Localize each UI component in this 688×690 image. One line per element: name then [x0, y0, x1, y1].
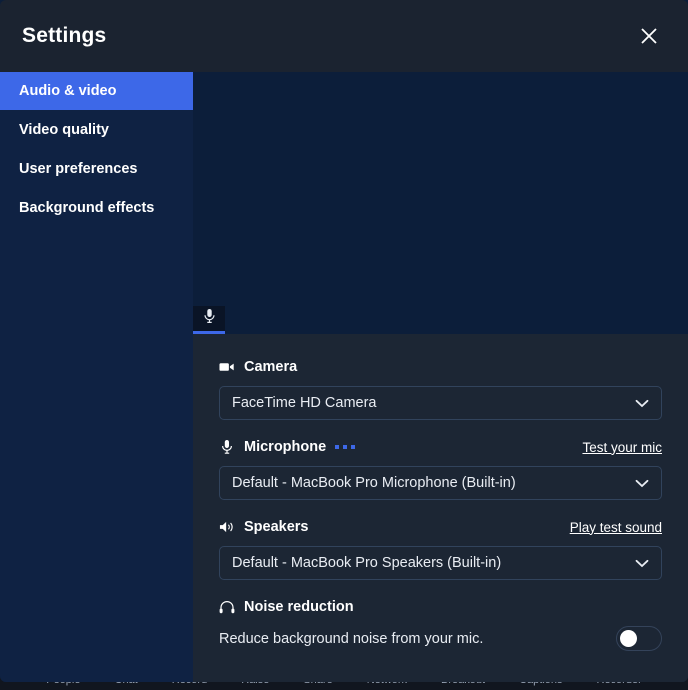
camera-select[interactable]: FaceTime HD Camera — [219, 386, 662, 420]
video-camera-icon — [219, 359, 235, 375]
speakers-label: Speakers — [244, 519, 309, 535]
microphone-section-header: Microphone Test your mic — [219, 436, 662, 458]
sidebar-item-background-effects[interactable]: Background effects — [0, 189, 193, 227]
speakers-section: Speakers Play test sound Default - MacBo… — [219, 516, 662, 580]
level-dot — [343, 445, 348, 449]
close-button[interactable] — [632, 19, 666, 53]
settings-titlebar: Settings — [0, 0, 688, 72]
toggle-knob — [620, 630, 637, 647]
level-dot — [335, 445, 340, 449]
microphone-level-meter — [335, 445, 356, 449]
meeting-app-root: People Chat Record Raise Share Network B… — [0, 0, 688, 690]
audio-video-panel: Camera FaceTime HD Camera Microphone Tes… — [193, 334, 688, 682]
sidebar-item-user-preferences[interactable]: User preferences — [0, 150, 193, 188]
play-test-sound-link[interactable]: Play test sound — [570, 520, 662, 535]
noise-reduction-row: Reduce background noise from your mic. — [219, 626, 662, 651]
noise-reduction-label: Noise reduction — [244, 599, 354, 615]
page-title: Settings — [22, 24, 107, 47]
microphone-tab[interactable] — [193, 306, 225, 334]
camera-section-header: Camera — [219, 356, 662, 378]
noise-reduction-section: Noise reduction Reduce background noise … — [219, 596, 662, 651]
video-preview-stage — [193, 72, 688, 334]
noise-reduction-toggle[interactable] — [616, 626, 662, 651]
noise-reduction-header: Noise reduction — [219, 596, 662, 618]
sidebar-item-label: Video quality — [19, 122, 109, 138]
microphone-select-value: Default - MacBook Pro Microphone (Built-… — [232, 475, 516, 491]
test-your-mic-link[interactable]: Test your mic — [582, 440, 662, 455]
settings-sidebar: Audio & video Video quality User prefere… — [0, 72, 193, 682]
microphone-section: Microphone Test your mic Default - MacBo… — [219, 436, 662, 500]
sidebar-item-label: Audio & video — [19, 83, 117, 99]
camera-label: Camera — [244, 359, 298, 375]
close-icon — [639, 26, 659, 46]
noise-reduction-description: Reduce background noise from your mic. — [219, 630, 484, 647]
chevron-down-icon — [635, 479, 649, 488]
speaker-icon — [219, 519, 235, 535]
sidebar-item-video-quality[interactable]: Video quality — [0, 111, 193, 149]
speakers-section-header: Speakers Play test sound — [219, 516, 662, 538]
sidebar-item-audio-video[interactable]: Audio & video — [0, 72, 193, 110]
speakers-select[interactable]: Default - MacBook Pro Speakers (Built-in… — [219, 546, 662, 580]
microphone-select[interactable]: Default - MacBook Pro Microphone (Built-… — [219, 466, 662, 500]
chevron-down-icon — [635, 559, 649, 568]
sidebar-item-label: User preferences — [19, 161, 138, 177]
microphone-icon — [219, 439, 235, 455]
settings-content: Camera FaceTime HD Camera Microphone Tes… — [193, 72, 688, 682]
chevron-down-icon — [635, 399, 649, 408]
microphone-label: Microphone — [244, 439, 327, 455]
settings-body: Audio & video Video quality User prefere… — [0, 72, 688, 682]
speakers-select-value: Default - MacBook Pro Speakers (Built-in… — [232, 555, 502, 571]
level-dot — [351, 445, 356, 449]
camera-section: Camera FaceTime HD Camera — [219, 356, 662, 420]
sidebar-item-label: Background effects — [19, 200, 155, 216]
microphone-icon — [203, 308, 216, 329]
headphones-icon — [219, 599, 235, 615]
settings-window: Settings Audio & video Video quality Use… — [0, 0, 688, 682]
camera-select-value: FaceTime HD Camera — [232, 395, 377, 411]
